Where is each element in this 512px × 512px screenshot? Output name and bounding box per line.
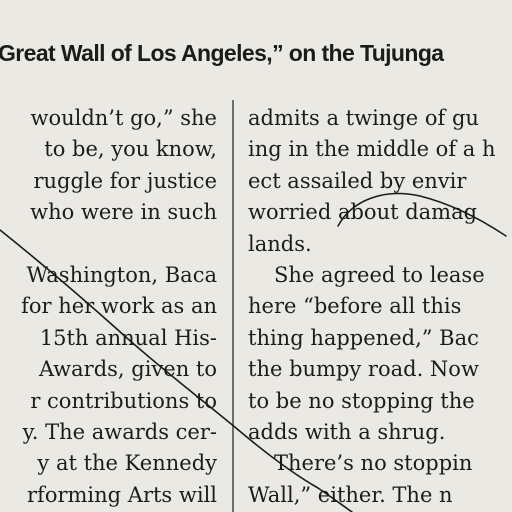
article-line: who were in such	[30, 200, 217, 225]
article-line: to be no stopping the	[248, 388, 475, 413]
left-column: wouldn’t go,” she to be, you know, ruggl…	[0, 103, 217, 511]
article-line: lands.	[248, 231, 312, 256]
article-line: She agreed to lease	[274, 262, 485, 287]
article-line: y. The awards cer-	[22, 419, 217, 444]
right-column: admits a twinge of gu ing in the middle …	[248, 103, 512, 511]
article-line: admits a twinge of gu	[248, 106, 479, 130]
article-line: Washington, Baca	[26, 262, 217, 287]
newspaper-clipping: Great Wall of Los Angeles,” on the Tujun…	[0, 0, 512, 512]
article-line: There’s no stoppin	[274, 451, 473, 476]
article-line: 15th annual His-	[39, 325, 217, 350]
article-line: r contributions to	[30, 388, 217, 413]
article-line: ect assailed by envir	[248, 168, 467, 193]
article-line: rforming Arts will	[27, 482, 217, 507]
article-line: y at the Kennedy	[37, 451, 217, 476]
article-line: thing happened,” Bac	[248, 325, 479, 350]
article-line: Awards, given to	[38, 357, 217, 382]
article-line: adds with a shrug.	[248, 419, 446, 444]
article-line: ruggle for justice	[33, 168, 217, 193]
article-line: ing in the middle of a h	[248, 137, 496, 162]
headline: Great Wall of Los Angeles,” on the Tujun…	[0, 40, 444, 66]
article-line: for her work as an	[21, 294, 217, 319]
article-line: wouldn’t go,” she	[30, 106, 217, 130]
article-line: the bumpy road. Now	[248, 357, 479, 382]
article-line: worried about damag	[248, 200, 478, 225]
article-line: Wall,” either. The n	[248, 482, 453, 507]
article-line: here “before all this	[248, 294, 462, 319]
column-rule	[232, 100, 234, 512]
article-line: to be, you know,	[44, 137, 217, 162]
